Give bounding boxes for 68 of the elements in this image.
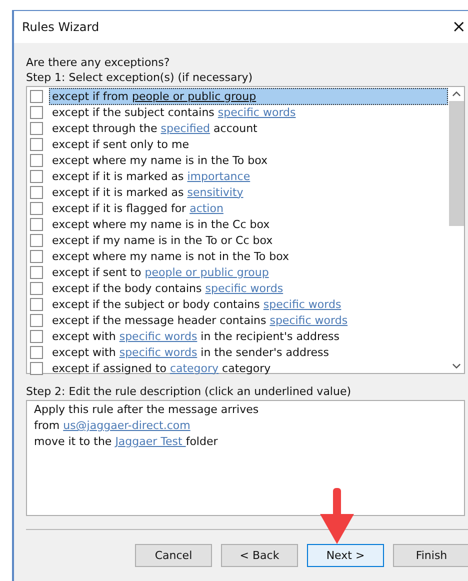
exception-item[interactable]: except if sent only to me <box>49 136 448 152</box>
exception-item[interactable]: except if sent to people or public group <box>49 264 448 280</box>
checkbox[interactable] <box>30 218 43 230</box>
wizard-button[interactable]: Finish <box>393 544 468 567</box>
value-link[interactable]: Jaggaer Test <box>115 435 186 448</box>
scroll-up-icon[interactable] <box>452 91 460 97</box>
checkbox[interactable] <box>30 362 43 374</box>
value-link[interactable]: specific words <box>218 106 296 118</box>
checkbox[interactable] <box>30 234 43 246</box>
exception-item[interactable]: except if the subject or body contains specific words <box>49 296 448 312</box>
value-link[interactable]: sensitivity <box>187 186 244 198</box>
checkbox[interactable] <box>30 106 43 118</box>
description-text: from <box>34 419 61 432</box>
question-label: Are there any exceptions? <box>26 55 171 70</box>
checkbox[interactable] <box>30 90 43 102</box>
exception-item[interactable]: except through the specified account <box>49 120 448 136</box>
checkbox[interactable] <box>30 170 43 182</box>
checkbox[interactable] <box>30 266 43 278</box>
checkbox[interactable] <box>30 138 43 150</box>
checkbox[interactable] <box>30 282 43 294</box>
exception-item[interactable]: except where my name is in the Cc box <box>49 216 448 232</box>
value-link[interactable]: specific words <box>263 298 342 310</box>
scroll-thumb[interactable] <box>448 101 464 226</box>
checkbox[interactable] <box>30 346 43 358</box>
checkbox[interactable] <box>30 314 43 326</box>
checkbox[interactable] <box>30 186 43 198</box>
scroll-down-icon[interactable] <box>452 363 460 369</box>
wizard-button[interactable]: Next > <box>307 544 384 567</box>
exception-item[interactable]: except if it is marked as sensitivity <box>49 184 448 200</box>
checkbox[interactable] <box>30 330 43 342</box>
exception-item[interactable]: except if assigned to category category <box>49 360 448 376</box>
value-link[interactable]: specified <box>160 122 210 134</box>
checkbox[interactable] <box>30 298 43 310</box>
value-link[interactable]: specific words <box>119 330 198 342</box>
step-label: Step 2: Edit the rule description (click an underlined value) <box>26 384 352 399</box>
wizard-button[interactable]: Cancel <box>135 544 212 567</box>
wizard-button[interactable]: < Back <box>221 544 298 567</box>
description-text: Apply this rule after the message arrives <box>34 403 259 416</box>
description-text: move it to the <box>34 435 113 448</box>
exception-item[interactable]: except if the subject contains specific words <box>49 104 448 120</box>
value-link[interactable]: specific words <box>270 314 348 326</box>
exception-item[interactable]: except with specific words in the recipient's address <box>49 328 448 344</box>
window-title: Rules Wizard <box>22 20 100 34</box>
checkbox[interactable] <box>30 122 43 134</box>
checkbox[interactable] <box>30 202 43 214</box>
exception-item[interactable]: except if it is marked as importance <box>49 168 448 184</box>
exception-item[interactable]: except where my name is not in the To box <box>49 248 448 264</box>
down-arrow-icon <box>320 488 354 544</box>
exception-item[interactable]: except if it is flagged for action <box>49 200 448 216</box>
value-link[interactable]: action <box>190 202 224 214</box>
value-link[interactable]: specific words <box>119 346 198 358</box>
value-link[interactable]: us@jaggaer-direct.com <box>63 419 190 432</box>
checkbox[interactable] <box>30 250 43 262</box>
value-link[interactable]: people or public group <box>132 90 256 102</box>
checkbox[interactable] <box>30 154 43 166</box>
exception-item[interactable]: except with specific words in the sender's address <box>49 344 448 360</box>
exception-item[interactable]: except if the message header contains specific words <box>49 312 448 328</box>
close-button[interactable]: × <box>452 17 466 37</box>
step-label: Step 1: Select exception(s) (if necessary) <box>26 70 254 85</box>
exception-item[interactable]: except where my name is in the To box <box>49 152 448 168</box>
value-link[interactable]: category <box>170 362 219 374</box>
exception-item[interactable]: except if from people or public group <box>49 88 448 104</box>
value-link[interactable]: specific words <box>205 282 284 294</box>
value-link[interactable]: importance <box>187 170 250 182</box>
value-link[interactable]: people or public group <box>144 266 269 278</box>
exception-item[interactable]: except if the body contains specific words <box>49 280 448 296</box>
exception-item[interactable]: except if my name is in the To or Cc box <box>49 232 448 248</box>
description-text: folder <box>186 435 218 448</box>
